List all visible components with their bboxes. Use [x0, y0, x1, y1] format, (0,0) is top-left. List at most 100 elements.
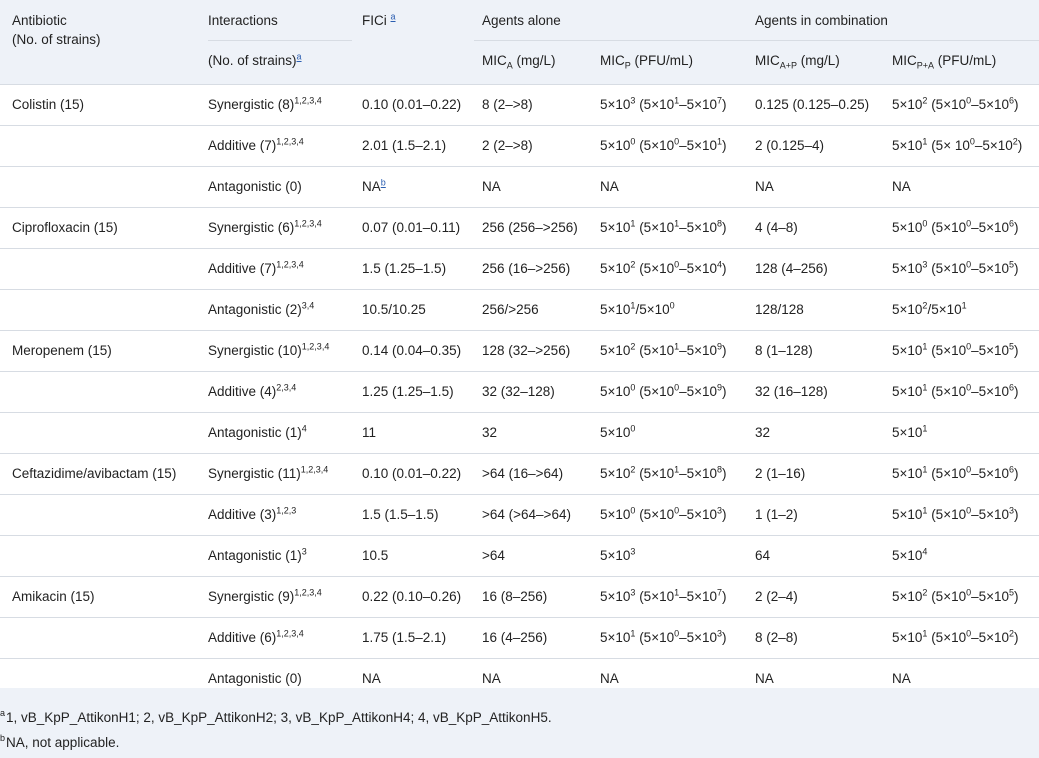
header-rule-interactions [208, 40, 352, 41]
cell-mic-ap: 128 (4–256) [755, 261, 828, 276]
cell-fici: 1.5 (1.25–1.5) [362, 261, 447, 276]
header-interactions: Interactions [208, 13, 278, 28]
cell-mic-a: 32 [482, 425, 498, 440]
cell-mic-ap: 8 (1–128) [755, 343, 813, 358]
header-mic-p: MICP (PFU/mL) [600, 53, 694, 71]
cell-interaction: Synergistic (9)1,2,3,4 [208, 587, 322, 604]
cell-antibiotic: Amikacin (15) [12, 589, 95, 604]
cell-mic-p: 5×100 (5×100–5×109) [600, 382, 727, 399]
cell-mic-a: 256 (256–>256) [482, 220, 578, 235]
cell-antibiotic: Colistin (15) [12, 97, 85, 112]
cell-mic-a: 16 (8–256) [482, 589, 548, 604]
header-interactions-sub-label: (No. of strains) [208, 53, 297, 68]
phage-refs: 1,2,3,4 [294, 95, 322, 106]
phage-refs: 2,3,4 [276, 382, 297, 393]
table-row: Additive (6)1,2,3,4 1.75 (1.5–2.1) 16 (4–2… [0, 618, 1039, 659]
footnote-b-mark: b [0, 733, 6, 743]
cell-mic-p: 5×102 (5×101–5×109) [600, 341, 727, 358]
phage-refs: 4 [301, 423, 307, 434]
cell-mic-ap: 32 (16–128) [755, 384, 828, 399]
table-row: Antagonistic (0) NAb NA NA NA NA [0, 167, 1039, 208]
cell-fici: 11 [362, 425, 377, 440]
header-agents-alone: Agents alone [482, 13, 561, 28]
footnote-link-a-2[interactable]: a [297, 52, 302, 62]
phage-refs: 1,2,3 [276, 505, 297, 516]
table-body: Colistin (15) Synergistic (8)1,2,3,4 0.10 … [0, 85, 1039, 700]
cell-interaction: Additive (6)1,2,3,4 [208, 628, 304, 645]
table-row: Meropenem (15) Synergistic (10)1,2,3,4 0.1… [0, 331, 1039, 372]
cell-mic-pa: NA [892, 179, 911, 194]
cell-fici: 0.07 (0.01–0.11) [362, 220, 461, 235]
header-agents-combination: Agents in combination [755, 13, 888, 28]
cell-mic-p: 5×103 (5×101–5×107) [600, 95, 727, 112]
cell-mic-p: 5×100 [600, 423, 636, 440]
cell-mic-pa: 5×101 (5×100–5×102) [892, 628, 1019, 645]
table-row: Amikacin (15) Synergistic (9)1,2,3,4 0.22 … [0, 577, 1039, 618]
cell-mic-p: 5×103 (5×101–5×107) [600, 587, 727, 604]
footnote-link-b[interactable]: b [381, 178, 386, 188]
cell-interaction: Additive (7)1,2,3,4 [208, 136, 304, 153]
cell-mic-pa: 5×101 [892, 423, 928, 440]
cell-mic-p: 5×102 (5×101–5×108) [600, 464, 727, 481]
header-rule-agents [474, 40, 1039, 41]
cell-mic-p: 5×102 (5×100–5×104) [600, 259, 727, 276]
cell-fici: 10.5/10.25 [362, 302, 426, 317]
phage-refs: 1,2,3,4 [276, 259, 304, 270]
footnote-link-a[interactable]: a [391, 12, 396, 22]
cell-mic-pa: 5×101 (5×100–5×105) [892, 341, 1019, 358]
cell-mic-ap: 128/128 [755, 302, 804, 317]
phage-refs: 1,2,3,4 [276, 136, 304, 147]
cell-mic-pa: 5×102 (5×100–5×105) [892, 587, 1019, 604]
cell-mic-ap: 1 (1–2) [755, 507, 798, 522]
header-fici-label: FICi [362, 13, 387, 28]
cell-fici: 0.14 (0.04–0.35) [362, 343, 462, 358]
cell-mic-ap: 4 (4–8) [755, 220, 798, 235]
cell-mic-pa: 5×104 [892, 546, 928, 563]
cell-mic-ap: 8 (2–8) [755, 630, 798, 645]
table-row: Colistin (15) Synergistic (8)1,2,3,4 0.10 … [0, 85, 1039, 126]
footnote-b: bNA, not applicable. [0, 733, 119, 754]
cell-mic-a: 256 (16–>256) [482, 261, 571, 276]
cell-mic-a: 2 (2–>8) [482, 138, 533, 153]
header-interactions-sub: (No. of strains)a [208, 51, 302, 70]
cell-antibiotic: Ciprofloxacin (15) [12, 220, 118, 235]
footnotes: a1, vB_KpP_AttikonH1; 2, vB_KpP_AttikonH… [0, 688, 1039, 758]
header-mic-pa: MICP+A (PFU/mL) [892, 53, 997, 71]
cell-mic-a: NA [482, 179, 501, 194]
cell-interaction: Synergistic (6)1,2,3,4 [208, 218, 322, 235]
cell-fici: NAb [362, 177, 386, 194]
table-row: Antagonistic (2)3,4 10.5/10.25 256/>256 5×1… [0, 290, 1039, 331]
header-mic-ap: MICA+P (mg/L) [755, 53, 840, 71]
cell-mic-a: >64 (>64–>64) [482, 507, 571, 522]
footnote-a-mark: a [0, 708, 6, 718]
header-fici: FICi a [362, 11, 396, 30]
phage-refs: 3,4 [301, 300, 315, 311]
header-antibiotic-line2: (No. of strains) [12, 32, 101, 47]
cell-antibiotic: Meropenem (15) [12, 343, 112, 358]
header-antibiotic: Antibiotic (No. of strains) [12, 11, 101, 49]
phage-refs: 1,2,3,4 [301, 341, 330, 352]
cell-fici: 1.75 (1.5–2.1) [362, 630, 447, 645]
cell-mic-ap: 0.125 (0.125–0.25) [755, 97, 870, 112]
cell-mic-pa: 5×101 (5×100–5×106) [892, 382, 1019, 399]
cell-mic-a: 16 (4–256) [482, 630, 548, 645]
cell-mic-ap: 2 (0.125–4) [755, 138, 825, 153]
cell-fici: 10.5 [362, 548, 389, 563]
cell-interaction: Antagonistic (1)4 [208, 423, 307, 440]
cell-mic-a: >64 (16–>64) [482, 466, 564, 481]
cell-interaction: Additive (7)1,2,3,4 [208, 259, 304, 276]
cell-mic-p: 5×103 [600, 546, 636, 563]
cell-interaction: Antagonistic (1)3 [208, 546, 307, 563]
cell-interaction: Synergistic (8)1,2,3,4 [208, 95, 322, 112]
cell-mic-p: NA [600, 179, 619, 194]
cell-mic-pa: 5×102 (5×100–5×106) [892, 95, 1019, 112]
table-row: Ciprofloxacin (15) Synergistic (6)1,2,3,4… [0, 208, 1039, 249]
cell-interaction: Additive (3)1,2,3 [208, 505, 297, 522]
cell-mic-ap: 2 (2–4) [755, 589, 798, 604]
cell-antibiotic: Ceftazidime/avibactam (15) [12, 466, 177, 481]
cell-mic-ap: 32 [755, 425, 771, 440]
phage-refs: 1,2,3,4 [294, 587, 322, 598]
cell-mic-pa: 5×103 (5×100–5×105) [892, 259, 1019, 276]
cell-mic-p: 5×101 (5×100–5×103) [600, 628, 727, 645]
cell-mic-a: 256/>256 [482, 302, 539, 317]
